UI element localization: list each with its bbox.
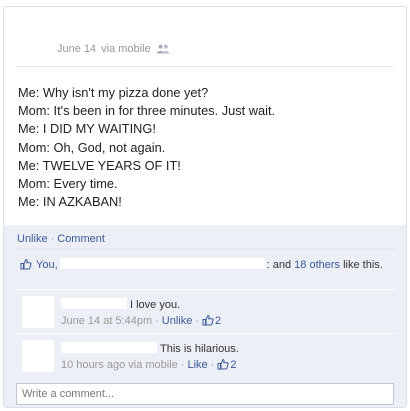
separator-dot: · bbox=[210, 359, 215, 371]
like-and: : and bbox=[266, 259, 292, 271]
post-divider bbox=[16, 66, 394, 67]
comment-time[interactable]: 10 hours ago bbox=[61, 359, 125, 371]
comment-link[interactable]: Comment bbox=[57, 233, 105, 245]
thumbs-up-icon[interactable] bbox=[202, 314, 214, 326]
comment-like-count[interactable]: 2 bbox=[230, 359, 236, 371]
comment-text: I love you. bbox=[130, 299, 181, 311]
comment-item: This is hilarious. 10 hours ago via mobi… bbox=[14, 333, 396, 378]
post-message: Me: Why isn't my pizza done yet? Mom: It… bbox=[18, 84, 396, 211]
message-line: Mom: Every time. bbox=[18, 176, 118, 192]
comment-unlike-link[interactable]: Unlike bbox=[162, 315, 193, 327]
avatar[interactable] bbox=[22, 340, 54, 372]
comment-input[interactable] bbox=[17, 384, 393, 404]
message-line: Me: Why isn't my pizza done yet? bbox=[18, 85, 209, 100]
thumbs-up-icon bbox=[20, 258, 32, 270]
message-line: Me: TWELVE YEARS OF IT! bbox=[18, 157, 181, 173]
separator-dot: · bbox=[155, 315, 159, 327]
comment-time[interactable]: June 14 at 5:44pm bbox=[61, 315, 152, 327]
post-via: via mobile bbox=[101, 43, 151, 55]
redacted-name bbox=[59, 258, 265, 269]
like-suffix: like this. bbox=[343, 259, 383, 271]
comment-author[interactable] bbox=[61, 342, 157, 353]
like-you[interactable]: You, bbox=[36, 259, 58, 271]
like-sentence: You, : and 18 others like this. bbox=[14, 249, 396, 288]
message-line: Me: I DID MY WAITING! bbox=[18, 121, 156, 137]
post-meta: June 14 via mobile bbox=[57, 43, 170, 55]
post-actions: Unlike · Comment bbox=[4, 225, 406, 247]
comment-via: via mobile bbox=[128, 359, 178, 371]
comment-author[interactable] bbox=[61, 298, 127, 309]
comment-like-count[interactable]: 2 bbox=[215, 315, 221, 327]
feed-story: June 14 via mobile Me: Why isn't my pizz… bbox=[3, 6, 407, 408]
separator-dot: · bbox=[50, 233, 55, 245]
comment-like-link[interactable]: Like bbox=[187, 359, 207, 371]
message-line: Mom: Oh, God, not again. bbox=[18, 139, 166, 155]
post-timestamp[interactable]: June 14 bbox=[57, 43, 96, 55]
comment-composer[interactable] bbox=[16, 383, 394, 405]
thumbs-up-icon[interactable] bbox=[217, 358, 229, 370]
separator-dot: · bbox=[195, 315, 200, 327]
like-others-link[interactable]: 18 others bbox=[294, 259, 340, 271]
unlike-link[interactable]: Unlike bbox=[17, 233, 48, 245]
comment-item: I love you. June 14 at 5:44pm · Unlike · 2 bbox=[14, 289, 396, 332]
message-line: Mom: It's been in for three minutes. Jus… bbox=[18, 103, 276, 119]
comment-text: This is hilarious. bbox=[160, 343, 239, 355]
separator-dot: · bbox=[180, 359, 185, 371]
message-line: Me: IN AZKABAN! bbox=[18, 194, 122, 210]
friends-icon[interactable] bbox=[156, 44, 170, 54]
avatar[interactable] bbox=[22, 296, 54, 328]
